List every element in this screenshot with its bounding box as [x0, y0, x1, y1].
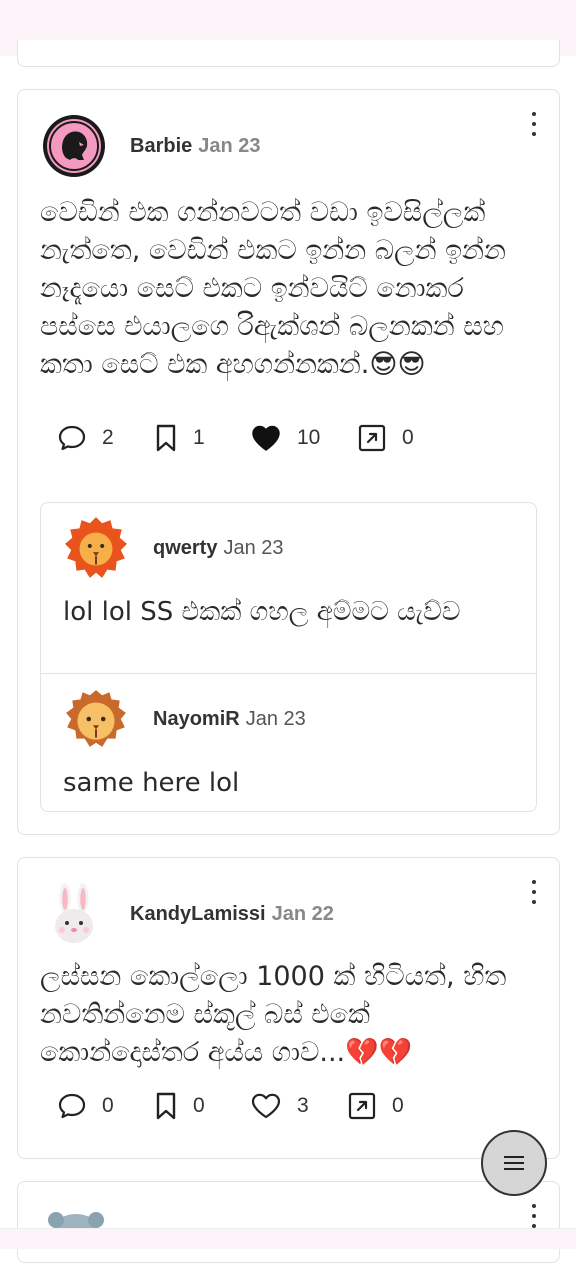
reply-item: qwerty Jan 23 lol lol SS එකක් ගහල අම්මට …	[41, 503, 536, 673]
share-button[interactable]: 0	[358, 424, 414, 452]
reply-text: same here lol	[63, 768, 240, 798]
post-actions: 0 0 3 0	[58, 1091, 404, 1121]
like-button[interactable]: 10	[251, 425, 358, 451]
comment-icon	[58, 425, 86, 451]
post-header: KandyLamissi Jan 22	[42, 882, 334, 946]
reply-text: lol lol SS එකක් ගහල අම්මට යැව්ව	[63, 597, 461, 627]
reply-date: Jan 23	[245, 707, 306, 730]
menu-button[interactable]	[481, 1130, 547, 1196]
post-actions: 2 1 10 0	[58, 423, 414, 453]
reply-header: NayomiR Jan 23	[63, 686, 306, 752]
menu-icon	[504, 1156, 524, 1170]
post-card: Barbie Jan 23 වෙඩින් එක ගන්නවටත් වඩා ඉවස…	[17, 89, 560, 835]
heart-icon	[252, 425, 280, 451]
reply-item: NayomiR Jan 23 same here lol	[41, 674, 536, 810]
reply-date: Jan 23	[223, 536, 284, 559]
share-icon	[348, 1092, 376, 1120]
bottom-bar	[0, 1228, 576, 1249]
replies-box: qwerty Jan 23 lol lol SS එකක් ගහල අම්මට …	[40, 502, 537, 812]
comment-icon	[58, 1093, 86, 1119]
like-button[interactable]: 3	[251, 1093, 348, 1119]
post-text: ලස්සන කොල්ලො 1000 ක් හිටියත්, හිත නවතින්…	[40, 961, 507, 1068]
share-count: 0	[392, 1094, 404, 1117]
more-options-icon[interactable]	[523, 880, 545, 904]
heart-icon	[251, 1093, 281, 1119]
user-avatar[interactable]	[42, 114, 106, 178]
post-date: Jan 22	[271, 902, 334, 925]
more-options-icon[interactable]	[523, 112, 545, 136]
share-count: 0	[402, 426, 414, 449]
bookmark-button[interactable]: 1	[155, 424, 251, 452]
reply-author[interactable]: qwerty	[153, 537, 217, 560]
comment-button[interactable]: 2	[58, 425, 155, 451]
like-count: 10	[297, 426, 321, 449]
post-card: KandyLamissi Jan 22 ලස්සන කොල්ලො 1000 ක්…	[17, 857, 560, 1159]
reply-author[interactable]: NayomiR	[153, 708, 240, 731]
bookmark-count: 1	[193, 426, 205, 449]
lion-avatar[interactable]	[63, 686, 129, 752]
post-header: Barbie Jan 23	[42, 114, 261, 178]
comment-count: 2	[102, 426, 114, 449]
comment-button[interactable]: 0	[58, 1093, 155, 1119]
post-text: වෙඩින් එක ගන්නවටත් වඩා ඉවසිල්ලක් නැත්තෙ,…	[40, 197, 506, 380]
previous-post-card	[17, 40, 560, 67]
bookmark-count: 0	[193, 1094, 205, 1117]
bookmark-icon	[156, 1092, 176, 1120]
post-author[interactable]: KandyLamissi	[130, 903, 266, 926]
post-author[interactable]: Barbie	[130, 135, 192, 158]
share-icon	[358, 424, 386, 452]
bookmark-button[interactable]: 0	[155, 1092, 251, 1120]
like-count: 3	[297, 1094, 309, 1117]
lion-avatar[interactable]	[63, 515, 129, 581]
reply-header: qwerty Jan 23	[63, 515, 284, 581]
more-options-icon[interactable]	[523, 1204, 545, 1228]
post-card	[17, 1181, 560, 1263]
comment-count: 0	[102, 1094, 114, 1117]
bookmark-icon	[156, 424, 176, 452]
bunny-avatar[interactable]	[42, 882, 106, 946]
share-button[interactable]: 0	[348, 1092, 404, 1120]
post-date: Jan 23	[198, 134, 261, 157]
